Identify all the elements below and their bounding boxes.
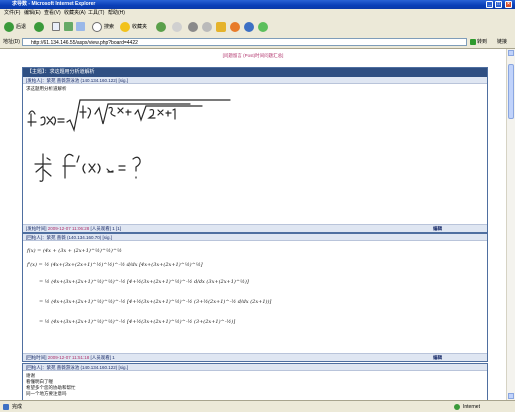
back-icon[interactable] <box>4 22 14 32</box>
go-button[interactable]: 转到 <box>477 36 487 48</box>
address-label: 地址(D) <box>3 39 20 45</box>
back-label[interactable]: 后退 <box>16 22 26 32</box>
search-icon[interactable] <box>92 22 102 32</box>
post-2-footer-label: [回帖时间] <box>26 355 47 360</box>
history-icon[interactable] <box>172 22 182 32</box>
page-content: [问题留言 (Post)时间问题汇总] 【主题】：求这题用分析道解析 [发帖人]… <box>0 49 506 400</box>
window-titlebar: 求导数 - Microsoft Internet Explorer _ □ × <box>0 0 515 9</box>
toolbar: 后退 搜索 收藏夹 <box>0 18 515 37</box>
post-2-meta: [回帖人]：紫苑 蔷薇 (140.134.160.70) [sig.] <box>23 234 487 241</box>
links-label[interactable]: 链接 <box>497 36 507 48</box>
post-3-meta: [回帖人]：紫苑 蔷薇游泳池 (140.134.160.122) [sig.] <box>23 364 487 371</box>
menu-view[interactable]: 查看(V) <box>44 9 61 18</box>
math-line-2: f'(x) = ½ (4x+(3x+(2x+1)^½)^½)^-½ d/dx [… <box>27 262 203 268</box>
math-line-1: f(x) = (4x + (3x + (2x+1)^½)^½)^½ <box>27 248 122 254</box>
page-done-icon <box>3 404 9 410</box>
menu-file[interactable]: 文件(F) <box>4 9 20 18</box>
media-icon[interactable] <box>156 22 166 32</box>
math-line-3: = ½ (4x+(3x+(2x+1)^½)^½)^-½ [4+½(3x+(2x+… <box>39 279 249 285</box>
menu-tools[interactable]: 工具(T) <box>88 9 104 18</box>
print-icon[interactable] <box>202 22 212 32</box>
post-2-views: [人员观看] 1 <box>90 355 115 360</box>
refresh-icon[interactable] <box>64 22 73 31</box>
post-1-header: 【主题】：求这题用分析道解析 <box>23 68 487 77</box>
post-1-edit-link[interactable]: 编辑 <box>433 225 442 233</box>
menu-help[interactable]: 帮助(H) <box>108 9 125 18</box>
post-3: [回帖人]：紫苑 蔷薇游泳池 (140.134.160.122) [sig.] … <box>22 363 488 400</box>
post-1-timestamp: 2009-12-07 11:06:28 <box>47 226 90 231</box>
post-2: [回帖人]：紫苑 蔷薇 (140.134.160.70) [sig.] f(x)… <box>22 233 488 362</box>
top-link[interactable]: [问题留言 (Post)时间问题汇总] <box>0 53 506 59</box>
home-icon[interactable] <box>76 22 85 31</box>
window-title: 求导数 - Microsoft Internet Explorer <box>12 1 96 7</box>
post-3-line-4: 同一个地方要注意吗 <box>26 391 67 396</box>
zone-text: Internet <box>463 404 480 410</box>
post-2-body: f(x) = (4x + (3x + (2x+1)^½)^½)^½ f'(x) … <box>23 241 487 353</box>
vertical-scrollbar[interactable] <box>506 49 515 400</box>
toolbar-addon-icon[interactable] <box>258 22 268 32</box>
post-3-body: 谢谢 看懂明白了喔 希望多个您的协助和帮忙 同一个地方要注意吗 <box>23 371 487 400</box>
post-2-timestamp: 2009-12-07 11:51:18 <box>47 355 90 360</box>
post-1-footer: [发帖时间] 2009-12-07 11:06:28 [人员观看] 1 [1] … <box>23 224 487 232</box>
mail-icon[interactable] <box>188 22 198 32</box>
status-text: 完成 <box>12 404 23 410</box>
scroll-up-arrow-icon[interactable] <box>508 50 514 56</box>
handwriting-image <box>27 99 231 182</box>
close-button[interactable]: × <box>505 1 512 8</box>
messenger-icon[interactable] <box>230 22 240 32</box>
go-icon[interactable] <box>470 39 476 45</box>
folder-icon[interactable] <box>216 22 226 32</box>
post-2-footer: [回帖时间] 2009-12-07 11:51:18 [人员观看] 1 编辑 <box>23 353 487 361</box>
stop-icon[interactable] <box>52 22 60 31</box>
status-bar: 完成 Internet <box>0 400 515 412</box>
post-1-body: 求这题用分析道解析 <box>23 84 487 224</box>
post-1-footer-label: [发帖时间] <box>26 226 47 231</box>
address-url: http://61.134.146.55/aspx/view.php?board… <box>31 40 138 46</box>
scroll-down-arrow-icon[interactable] <box>508 393 514 399</box>
post-1: 【主题】：求这题用分析道解析 [发帖人]：紫苑 蔷薇游泳池 (140.134.1… <box>22 67 488 233</box>
forward-icon[interactable] <box>34 22 44 32</box>
post-2-edit-link[interactable]: 编辑 <box>433 354 442 362</box>
address-bar: 地址(D) http://61.134.146.55/aspx/view.php… <box>0 36 515 49</box>
research-icon[interactable] <box>244 22 254 32</box>
favorites-star-icon[interactable] <box>120 22 130 32</box>
menu-favorites[interactable]: 收藏夹(A) <box>64 9 86 18</box>
maximize-button[interactable]: □ <box>495 1 502 8</box>
math-line-4: = ½ (4x+(3x+(2x+1)^½)^½)^-½ [4+½(3x+(2x+… <box>39 299 272 305</box>
scrollbar-thumb[interactable] <box>508 64 514 119</box>
address-input[interactable]: http://61.134.146.55/aspx/view.php?board… <box>22 38 467 46</box>
post-1-meta: [发帖人]：紫苑 蔷薇游泳池 (140.134.160.122) [sig.] <box>23 77 487 84</box>
minimize-button[interactable]: _ <box>486 1 493 8</box>
search-label[interactable]: 搜索 <box>104 22 114 32</box>
math-line-5: = ½ (4x+(3x+(2x+1)^½)^½)^-½ [4+½(3x+(2x+… <box>39 319 236 325</box>
internet-zone-icon <box>454 404 460 410</box>
favorites-label[interactable]: 收藏夹 <box>132 22 147 32</box>
menu-edit[interactable]: 编辑(E) <box>24 9 41 18</box>
post-1-views: [人员观看] 1 [1] <box>90 226 122 231</box>
